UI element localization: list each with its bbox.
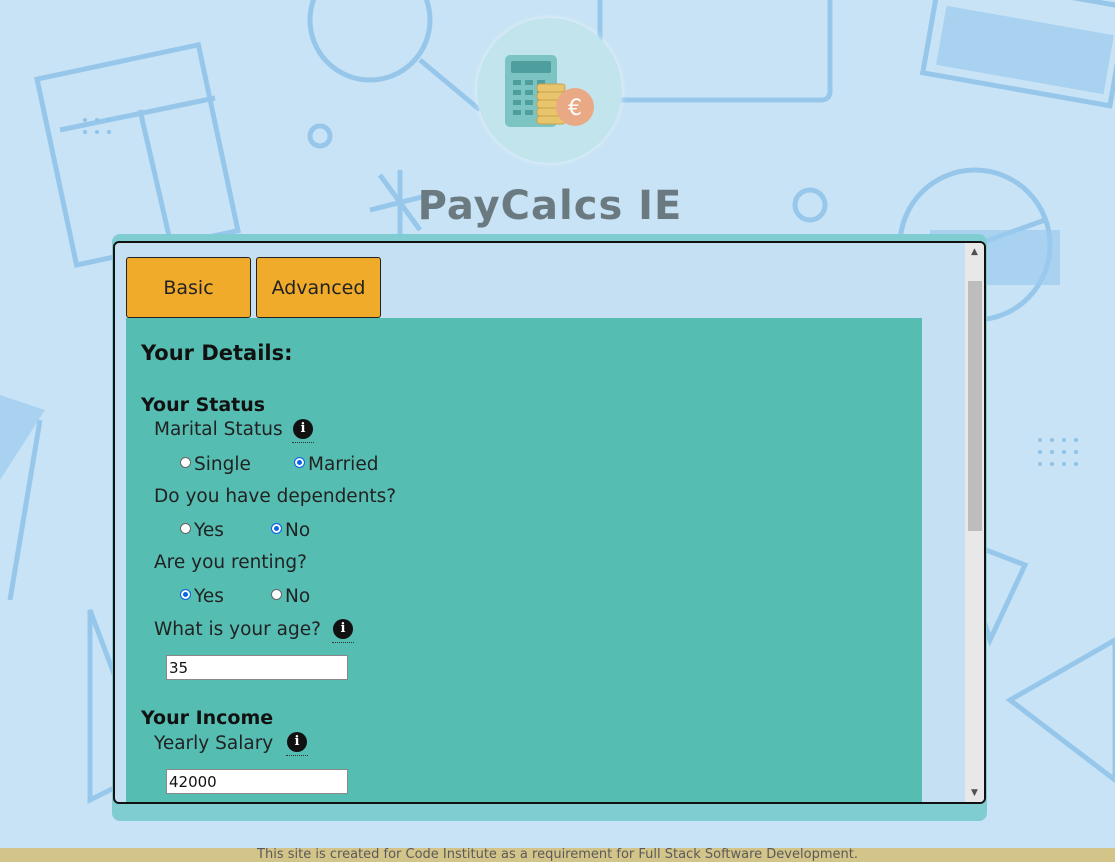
renting-no-radio[interactable] [271, 589, 282, 600]
scroll-up-icon[interactable]: ▲ [965, 243, 984, 261]
age-label: What is your age? [154, 619, 321, 640]
income-section-heading: Your Income [141, 707, 274, 729]
marital-married-label: Married [308, 454, 379, 475]
info-underline [292, 442, 314, 443]
info-underline [332, 642, 354, 643]
renting-yes-label: Yes [194, 586, 224, 607]
info-underline [286, 755, 308, 756]
tab-basic[interactable]: Basic [126, 257, 251, 318]
site-logo: € [477, 18, 622, 163]
marital-single-radio[interactable] [180, 457, 191, 468]
details-form: Your Details: Your Status Marital Status… [126, 318, 922, 802]
dependents-yes-label: Yes [194, 520, 224, 541]
marital-status-label: Marital Status [154, 419, 283, 440]
svg-text:€: € [568, 96, 582, 121]
calculator-panel: Basic Advanced Your Details: Your Status… [113, 241, 986, 804]
calculator-coins-euro-logo-icon: € [505, 55, 594, 127]
salary-input[interactable] [166, 769, 348, 794]
marital-married-radio[interactable] [294, 457, 305, 468]
marital-single-label: Single [194, 454, 251, 475]
salary-info-icon[interactable]: i [287, 732, 307, 752]
age-input[interactable] [166, 655, 348, 680]
age-info-icon[interactable]: i [333, 619, 353, 639]
site-title: PayCalcs IE [417, 183, 683, 229]
renting-label: Are you renting? [154, 552, 307, 573]
renting-no-label: No [285, 586, 311, 607]
dependents-no-radio[interactable] [271, 523, 282, 534]
marital-info-icon[interactable]: i [293, 419, 313, 439]
form-heading: Your Details: [141, 341, 293, 365]
tab-advanced[interactable]: Advanced [256, 257, 381, 318]
scroll-down-icon[interactable]: ▼ [965, 784, 984, 802]
dependents-label: Do you have dependents? [154, 486, 397, 507]
dependents-no-label: No [285, 520, 311, 541]
site-footer: This site is created for Code Institute … [0, 848, 1115, 862]
dependents-yes-radio[interactable] [180, 523, 191, 534]
status-section-heading: Your Status [141, 394, 266, 416]
salary-label: Yearly Salary [154, 733, 274, 754]
scroll-thumb[interactable] [968, 281, 982, 531]
panel-scrollbar[interactable]: ▲ ▼ [965, 243, 984, 802]
renting-yes-radio[interactable] [180, 589, 191, 600]
